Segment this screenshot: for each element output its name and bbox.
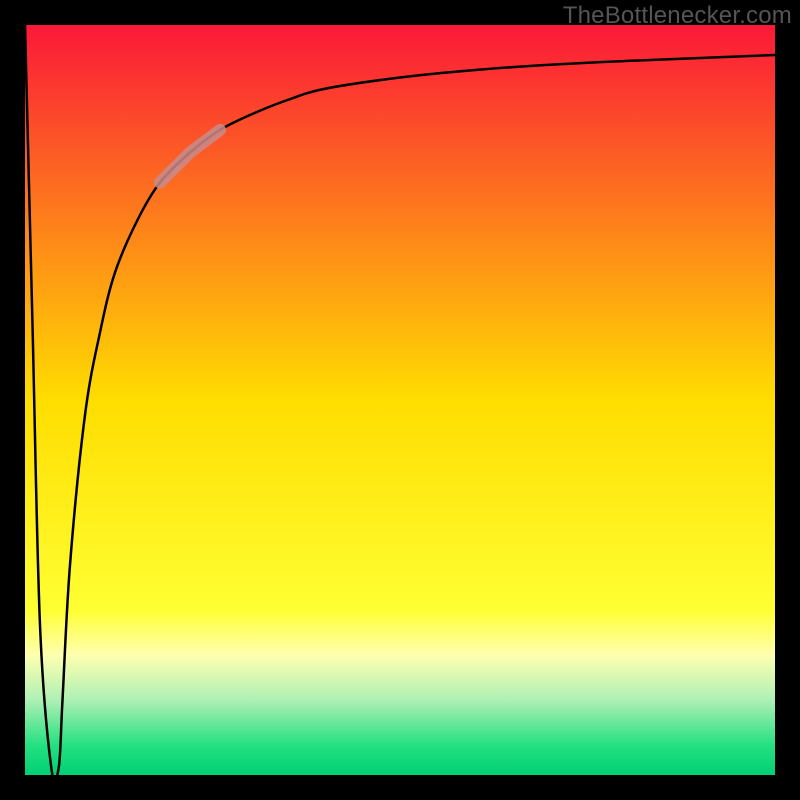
bottleneck-chart [0,0,800,800]
plot-background [25,25,775,775]
chart-container: TheBottlenecker.com [0,0,800,800]
watermark-text: TheBottlenecker.com [563,2,792,30]
plot-area [25,25,775,781]
